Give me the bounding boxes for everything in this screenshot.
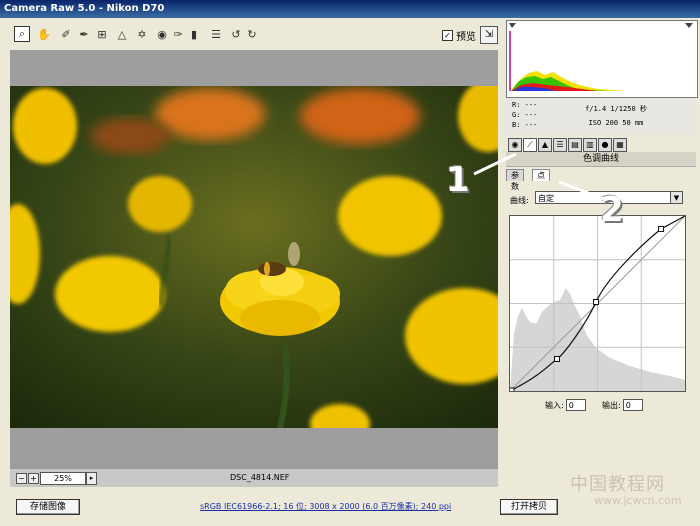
- tone-curve-graph[interactable]: [508, 215, 686, 394]
- photo-preview[interactable]: [10, 86, 498, 428]
- file-name: DSC_4814.NEF: [230, 473, 290, 482]
- histogram: [506, 20, 698, 98]
- workflow-options-link[interactable]: sRGB IEC61966-2.1; 16 位; 3008 x 2000 (6.…: [200, 501, 451, 512]
- rotate-right-tool-icon[interactable]: ↻: [244, 26, 260, 42]
- canvas-status-bar: − + 25% ▸ DSC_4814.NEF: [10, 468, 498, 487]
- tone-curve-editor[interactable]: [508, 215, 686, 394]
- zoom-level-field[interactable]: 25%: [40, 472, 86, 485]
- graduated-filter-tool-icon[interactable]: ▮: [186, 26, 202, 42]
- zoom-in-button[interactable]: +: [28, 473, 39, 484]
- toolbar: ✓ 预览 ⇲ ⌕ ✋ ✐ ✒ ⊞ △ ✡ ◉ ✑ ▮ ☰ ↺ ↻: [10, 24, 500, 46]
- fullscreen-button[interactable]: ⇲: [480, 26, 498, 44]
- camera-settings: f/1.4 1/1250 秒 ISO 200 50 mm: [566, 102, 666, 130]
- zoom-dropdown-arrow[interactable]: ▸: [86, 472, 97, 485]
- panel-tab-bar: ◉ ⟋ ▲ ☰ ▤ ▥ ● ▦: [506, 136, 696, 153]
- callout-1-arrow: [473, 152, 517, 176]
- curve-preset-value: 自定: [538, 194, 554, 203]
- tab-detail[interactable]: ▲: [538, 138, 552, 152]
- readout-g: G: ---: [512, 111, 538, 119]
- preview-toggle[interactable]: ✓ 预览: [442, 28, 476, 43]
- zoom-tool-icon[interactable]: ⌕: [14, 26, 30, 42]
- curve-label: 曲线:: [510, 196, 529, 205]
- histogram-graph: [507, 21, 697, 97]
- histogram-info: R: --- G: --- B: --- f/1.4 1/1250 秒 ISO …: [506, 98, 696, 134]
- readout-b: B: ---: [512, 121, 538, 129]
- flower-photo: [10, 86, 498, 428]
- iso-info: ISO 200 50 mm: [588, 119, 644, 127]
- window-title: Camera Raw 5.0 - Nikon D70: [0, 0, 700, 18]
- tab-point[interactable]: 点: [532, 169, 550, 181]
- callout-1: 1: [446, 160, 470, 200]
- curve-output: 输出: 0: [602, 399, 643, 411]
- curve-input: 输入: 0: [545, 399, 586, 411]
- adjustment-brush-tool-icon[interactable]: ✑: [170, 26, 186, 42]
- output-field[interactable]: 0: [622, 399, 643, 411]
- exposure-info: f/1.4 1/1250 秒: [585, 105, 647, 113]
- zoom-out-button[interactable]: −: [16, 473, 27, 484]
- chevron-down-icon[interactable]: ▼: [670, 192, 682, 203]
- crop-tool-icon[interactable]: ⊞: [94, 26, 110, 42]
- tab-camera-calibration[interactable]: ●: [598, 138, 612, 152]
- preferences-tool-icon[interactable]: ☰: [208, 26, 224, 42]
- color-sampler-tool-icon[interactable]: ✒: [76, 26, 92, 42]
- hand-tool-icon[interactable]: ✋: [36, 26, 52, 42]
- tab-presets[interactable]: ▦: [613, 138, 627, 152]
- tab-lens[interactable]: ▥: [583, 138, 597, 152]
- input-field[interactable]: 0: [565, 399, 586, 411]
- retouch-tool-icon[interactable]: ✡: [134, 26, 150, 42]
- input-label: 输入:: [545, 400, 564, 410]
- watermark-url: www.jcwcn.com: [594, 494, 682, 507]
- panel-title: 色调曲线: [506, 152, 696, 167]
- rotate-left-tool-icon[interactable]: ↺: [228, 26, 244, 42]
- open-copy-button[interactable]: 打开拷贝: [500, 499, 558, 515]
- tab-split-toning[interactable]: ▤: [568, 138, 582, 152]
- preview-checkbox[interactable]: ✓: [442, 30, 453, 41]
- red-eye-tool-icon[interactable]: ◉: [154, 26, 170, 42]
- save-image-button[interactable]: 存储图像: [16, 499, 80, 515]
- readout-r: R: ---: [512, 101, 538, 109]
- watermark: 中国教程网: [570, 474, 665, 495]
- output-label: 输出:: [602, 400, 621, 410]
- tab-hsl[interactable]: ☰: [553, 138, 567, 152]
- preview-label: 预览: [456, 32, 476, 43]
- white-balance-tool-icon[interactable]: ✐: [58, 26, 74, 42]
- callout-2-arrow: [558, 180, 608, 202]
- straighten-tool-icon[interactable]: △: [114, 26, 130, 42]
